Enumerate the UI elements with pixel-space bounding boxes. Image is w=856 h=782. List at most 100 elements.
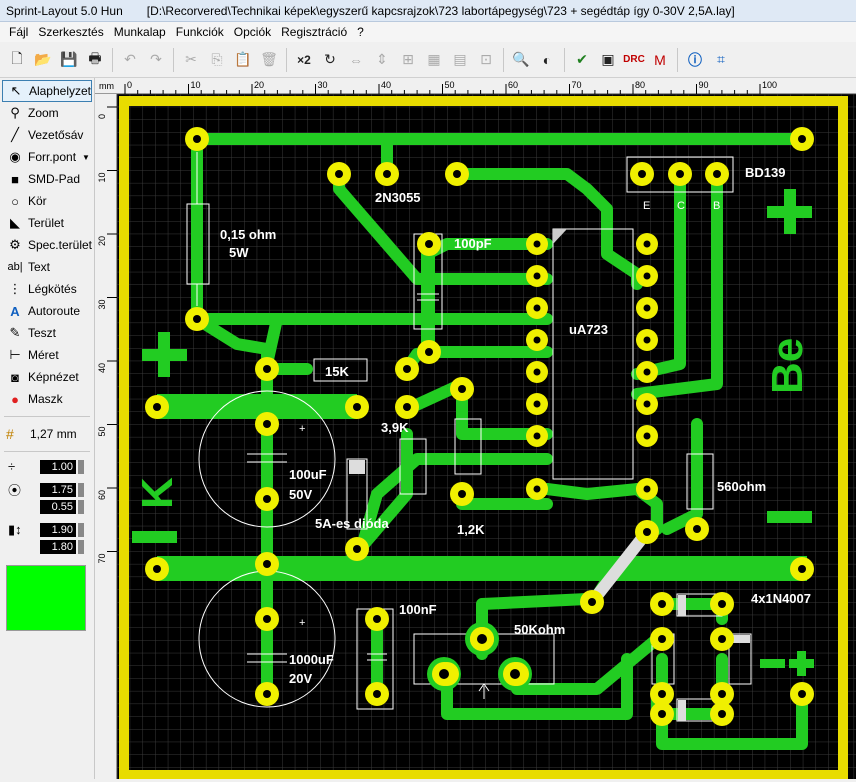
ruler-tick-label: 70 — [572, 80, 582, 90]
pcb-canvas[interactable]: Be K 0,15 ohm 5W 2N3055 100pF BD139 uA72… — [117, 94, 856, 779]
spinner[interactable] — [78, 539, 84, 554]
magnifier-icon: ⚲ — [10, 105, 20, 120]
macro-icon[interactable]: M — [649, 49, 671, 71]
info-icon[interactable]: ⓘ — [684, 49, 706, 71]
mirror-v-icon[interactable]: ⇕ — [371, 49, 393, 71]
ruler-tick-label: 0 — [97, 114, 107, 119]
tool-text[interactable]: ab| Text — [2, 256, 92, 278]
tool-zoom[interactable]: ⚲ Zoom — [2, 102, 92, 124]
menu-worksheet[interactable]: Munkalap — [109, 25, 171, 39]
drc-check-icon[interactable]: DRC — [623, 49, 645, 71]
duplicate-icon[interactable]: ×2 — [293, 49, 315, 71]
tool-photoview[interactable]: ◙ Képnézet — [2, 366, 92, 388]
delete-icon[interactable]: 🗑 — [258, 49, 280, 71]
rotate-icon[interactable]: ↻ — [319, 49, 341, 71]
spinner[interactable] — [78, 499, 84, 514]
crop-icon[interactable]: ⌗ — [710, 49, 732, 71]
menu-file[interactable]: Fájl — [4, 25, 33, 39]
component-icon[interactable]: ▣ — [597, 49, 619, 71]
ungroup-icon[interactable]: ▤ — [449, 49, 471, 71]
tool-special-zone[interactable]: ⚙ Spec.terület — [2, 234, 92, 256]
open-icon[interactable]: 📂 — [32, 49, 54, 71]
menu-edit[interactable]: Szerkesztés — [33, 25, 108, 39]
smd-height-value[interactable]: 1.80 — [40, 539, 76, 554]
tool-mask[interactable]: ● Maszk — [2, 388, 92, 410]
pad-inner-field[interactable]: 0.55 — [0, 498, 94, 515]
layer-icon[interactable]: ◐ — [536, 49, 558, 71]
snap-icon[interactable]: ⊡ — [475, 49, 497, 71]
pad-hole — [658, 600, 666, 608]
drc-icon[interactable]: ✔ — [571, 49, 593, 71]
label-q1: 2N3055 — [375, 190, 421, 205]
mirror-h-icon[interactable]: ⇔ — [345, 49, 367, 71]
smd-height-field[interactable]: 1.80 — [0, 538, 94, 555]
ruler-tick-label: 70 — [97, 553, 107, 563]
tool-autoroute[interactable]: A Autoroute — [2, 300, 92, 322]
zoom-icon[interactable]: 🔍 — [510, 49, 532, 71]
tool-track[interactable]: ╱ Vezetősáv — [2, 124, 92, 146]
tool-measure[interactable]: ⊢ Méret — [2, 344, 92, 366]
be-label: Be — [763, 338, 812, 394]
tool-circle[interactable]: ○ Kör — [2, 190, 92, 212]
ruler-tick-label: 20 — [254, 80, 264, 90]
pad-hole — [533, 485, 541, 493]
group-icon[interactable]: ▦ — [423, 49, 445, 71]
tool-smd-pad[interactable]: ■ SMD-Pad — [2, 168, 92, 190]
pad-hole — [383, 170, 391, 178]
align-icon[interactable]: ⊞ — [397, 49, 419, 71]
menu-registration[interactable]: Regisztráció — [276, 25, 352, 39]
tool-label: Képnézet — [28, 370, 79, 384]
pad-hole — [533, 432, 541, 440]
tool-zone[interactable]: ◣ Terület — [2, 212, 92, 234]
pad-hole — [676, 170, 684, 178]
pad-outer-field[interactable]: ⦿ 1.75 — [0, 481, 94, 498]
tool-reset[interactable]: ↖ Alaphelyzet — [2, 80, 92, 102]
pad-hole — [643, 528, 651, 536]
pad-hole — [263, 495, 271, 503]
pad-hole — [263, 420, 271, 428]
print-icon[interactable]: 🖶 — [84, 49, 106, 71]
redo-icon[interactable]: ↷ — [145, 49, 167, 71]
ruler-tick-label: 50 — [97, 426, 107, 436]
cut-icon[interactable]: ✂ — [180, 49, 202, 71]
grid-selector[interactable]: #1,27 mm — [0, 423, 94, 445]
pad-hole — [263, 615, 271, 623]
ruler-horizontal: mm 0 10 20 30 40 50 60 70 80 90 100 — [95, 78, 856, 94]
new-icon[interactable]: 🗋 — [6, 49, 28, 71]
active-layer-color[interactable] — [6, 565, 86, 631]
label-b: B — [713, 200, 720, 212]
track-width-value[interactable]: 1.00 — [40, 459, 76, 474]
label-c100u: 100uF — [289, 467, 327, 482]
file-path: [D:\Recorvered\Technikai képek\egyszerű … — [146, 3, 735, 18]
ruler-tick-label: 40 — [381, 80, 391, 90]
pcb-svg[interactable]: Be K 0,15 ohm 5W 2N3055 100pF BD139 uA72… — [117, 94, 856, 779]
tool-airwire[interactable]: ⋮ Légkötés — [2, 278, 92, 300]
ruler-tick-label: 100 — [762, 80, 777, 90]
smd-width-field[interactable]: ▮↕ 1.90 — [0, 521, 94, 538]
label-e: E — [643, 200, 650, 212]
spinner[interactable] — [78, 482, 84, 497]
tool-label: Forr.pont — [28, 150, 77, 164]
smd-width-value[interactable]: 1.90 — [40, 522, 76, 537]
circle-icon: ○ — [11, 193, 19, 209]
spinner[interactable] — [78, 459, 84, 474]
undo-icon[interactable]: ↶ — [119, 49, 141, 71]
copy-icon[interactable]: ⎘ — [206, 49, 228, 71]
pad-hole — [533, 336, 541, 344]
chevron-down-icon[interactable]: ▼ — [82, 153, 90, 162]
pad-hole — [658, 690, 666, 698]
tool-test[interactable]: ✎ Teszt — [2, 322, 92, 344]
pad-outer-value[interactable]: 1.75 — [40, 482, 76, 497]
menu-help[interactable]: ? — [352, 25, 369, 39]
spinner[interactable] — [78, 522, 84, 537]
pad-hole — [588, 598, 596, 606]
pad-inner-value[interactable]: 0.55 — [40, 499, 76, 514]
paste-icon[interactable]: 📋 — [232, 49, 254, 71]
menu-functions[interactable]: Funkciók — [171, 25, 229, 39]
tool-pad[interactable]: ◉ Forr.pont ▼ — [2, 146, 92, 168]
track-width-field[interactable]: ÷ 1.00 — [0, 458, 94, 475]
ruler-tick-label: 10 — [191, 80, 201, 90]
save-icon[interactable]: 💾 — [58, 49, 80, 71]
menu-options[interactable]: Opciók — [229, 25, 276, 39]
pad-hole — [643, 304, 651, 312]
